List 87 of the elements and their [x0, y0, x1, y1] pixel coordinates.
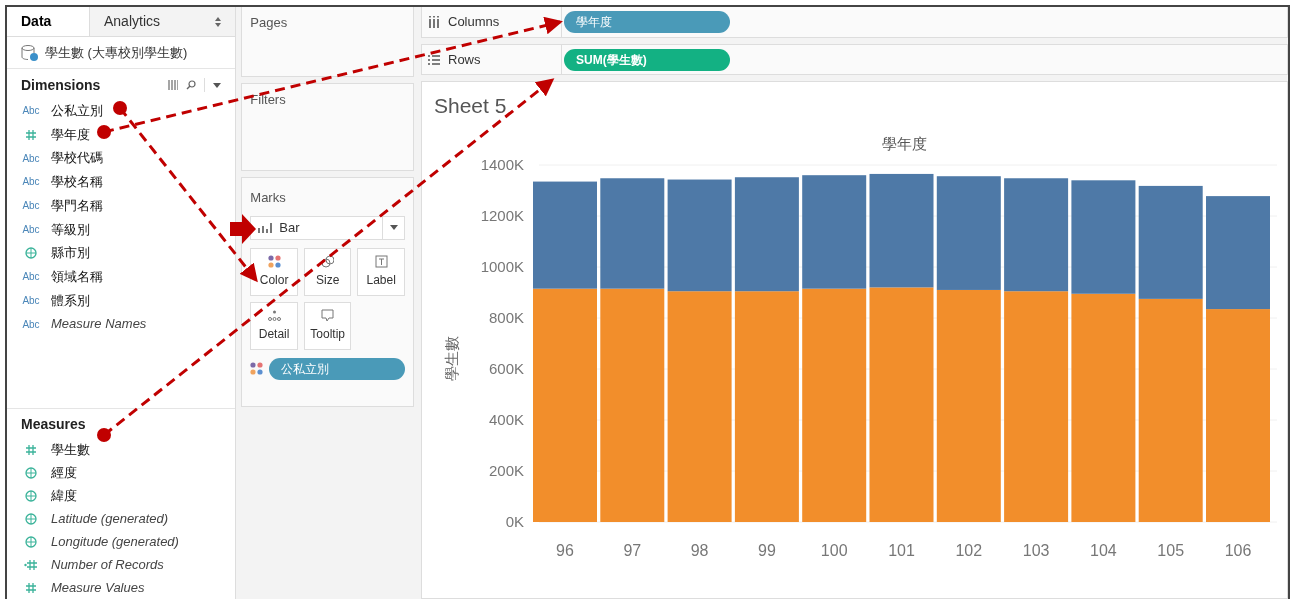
field-item[interactable]: Latitude (generated) [51, 508, 169, 529]
field-item[interactable]: 學生數 [51, 439, 90, 460]
axis-tick-label: 600K [488, 360, 524, 377]
rows-icon [428, 53, 440, 66]
field-item[interactable]: Measure Names [51, 314, 147, 334]
axis-tick-label: 102 [955, 542, 983, 559]
axis-tick-label: 800K [488, 309, 524, 326]
axis-tick-label: 1200K [480, 207, 524, 224]
globe-icon [25, 246, 37, 259]
field-item[interactable]: Longitude (generated) [51, 531, 179, 552]
hash-icon [25, 443, 37, 456]
marks-button[interactable]: Size [303, 247, 352, 296]
field-item[interactable]: Number of Records [51, 554, 164, 575]
axis-tick-label: 105 [1157, 542, 1185, 559]
field-item[interactable]: 縣市別 [51, 243, 90, 263]
axis-tick-label: 1400K [480, 156, 524, 173]
globe-icon [25, 489, 37, 502]
section-heading: Dimensions [21, 75, 101, 95]
field-item[interactable]: Measure Values [51, 577, 145, 598]
field-item[interactable]: 學門名稱 [51, 195, 103, 216]
card-title: Filters [250, 91, 286, 109]
database-icon [21, 43, 39, 62]
axis-tick-label: 100 [820, 542, 848, 559]
field-item[interactable]: 領域名稱 [51, 266, 103, 287]
axis-tick-label: 99 [758, 542, 776, 559]
columns-icon [428, 16, 440, 28]
field-item[interactable]: 學年度 [51, 124, 90, 145]
field-item[interactable]: 公私立別 [51, 101, 103, 121]
field-item[interactable]: 學校名稱 [51, 172, 103, 192]
axis-tick-label: 0K [505, 513, 524, 530]
data-type-label: Abc [22, 151, 40, 166]
globe-icon [25, 466, 37, 479]
axis-tick-label: 103 [1022, 542, 1050, 559]
card-title: Pages [250, 14, 288, 32]
axis-tick-label: 98 [690, 542, 709, 559]
field-item[interactable]: 緯度 [51, 485, 77, 506]
data-source-name[interactable]: 學生數 (大專校別學生數) [45, 42, 188, 63]
text-box-icon [374, 254, 388, 268]
axis-tick-label: 200K [488, 462, 524, 479]
search-icon [186, 80, 197, 90]
field-item[interactable]: 經度 [51, 462, 77, 483]
axis-tick-label: 106 [1224, 542, 1252, 559]
marks-button[interactable]: Detail [250, 301, 298, 350]
marks-button[interactable]: Tooltip [303, 301, 352, 350]
field-item[interactable]: 體系別 [51, 290, 90, 311]
calculated-hash-icon [24, 558, 38, 571]
data-type-label: Abc [22, 175, 40, 190]
marks-button[interactable]: Color [250, 247, 298, 296]
axis-title: 學生數 [443, 335, 460, 381]
section-heading: Measures [21, 415, 86, 435]
pointer-arrow [230, 214, 256, 244]
axis-tick-label: 1000K [480, 258, 524, 275]
color-dots-icon [250, 362, 264, 375]
sheet-title: Sheet 5 [434, 93, 507, 119]
axis-tick-label: 101 [888, 542, 915, 559]
dropdown-icon [389, 225, 398, 230]
axis-tick-label: 97 [623, 542, 642, 559]
dots-icon [267, 308, 281, 322]
axis-tick-label: 400K [488, 411, 524, 428]
shelf-label: Rows [448, 50, 481, 69]
data-type-label: Abc [22, 199, 40, 214]
data-type-label: Abc [22, 222, 40, 237]
speech-bubble-icon [321, 308, 335, 322]
updown-icon [215, 16, 222, 27]
field-item[interactable]: 學校代碼 [51, 148, 103, 168]
axis-tick-label: 96 [556, 542, 574, 559]
marks-button[interactable]: Label [357, 247, 405, 296]
bar-chart-icon [257, 222, 274, 233]
dropdown-icon [213, 82, 222, 88]
axis-title: 學年度 [881, 135, 927, 152]
data-type-label: Abc [22, 293, 40, 308]
field-item[interactable]: 等級別 [51, 219, 90, 240]
hash-icon [25, 128, 37, 141]
data-type-label: Abc [22, 317, 40, 332]
grid-view-icon [168, 80, 179, 90]
pane-tab[interactable]: Analytics [89, 7, 236, 36]
card-title: Marks [250, 189, 286, 207]
globe-icon [25, 535, 37, 548]
hash-icon [25, 581, 37, 594]
shelf-label: Columns [448, 13, 500, 32]
data-type-label: Abc [22, 104, 40, 119]
circles-icon [321, 254, 335, 268]
data-type-label: Abc [22, 270, 40, 285]
axis-tick-label: 104 [1090, 542, 1117, 559]
color-dots-icon [267, 254, 281, 268]
globe-icon [25, 512, 37, 525]
mark-type-dropdown[interactable]: Bar [250, 215, 405, 240]
